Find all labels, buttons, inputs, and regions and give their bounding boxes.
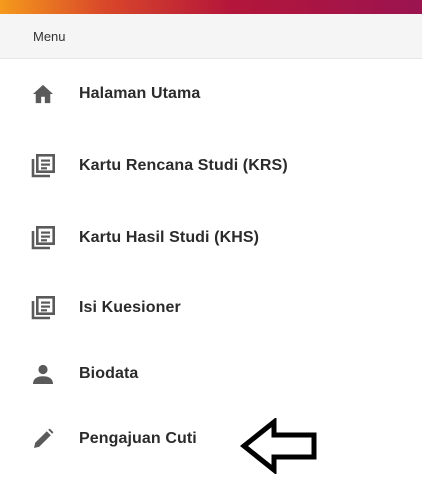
sidebar-item-krs[interactable]: Kartu Rencana Studi (KRS) [0,142,422,190]
top-accent-bar [0,0,422,14]
sidebar-item-pengajuan-cuti[interactable]: Pengajuan Cuti [0,415,422,463]
sidebar-item-khs[interactable]: Kartu Hasil Studi (KHS) [0,214,422,262]
list-document-icon [30,225,56,251]
pencil-icon [30,426,56,452]
person-icon [30,361,56,387]
sidebar-item-label: Biodata [79,365,139,382]
sidebar-item-halaman-utama[interactable]: Halaman Utama [0,70,422,118]
menu-header: Menu [0,14,422,59]
sidebar-item-label: Isi Kuesioner [79,299,181,316]
list-document-icon [30,295,56,321]
home-icon [30,81,56,107]
sidebar-item-label: Kartu Hasil Studi (KHS) [79,229,260,246]
sidebar-item-label: Halaman Utama [79,85,201,102]
sidebar-item-label: Kartu Rencana Studi (KRS) [79,157,288,174]
left-arrow-icon [240,418,317,474]
menu-header-title: Menu [33,28,66,44]
sidebar-item-isi-kuesioner[interactable]: Isi Kuesioner [0,284,422,332]
sidebar-item-label: Pengajuan Cuti [79,430,197,447]
list-document-icon [30,153,56,179]
sidebar-item-biodata[interactable]: Biodata [0,350,422,398]
